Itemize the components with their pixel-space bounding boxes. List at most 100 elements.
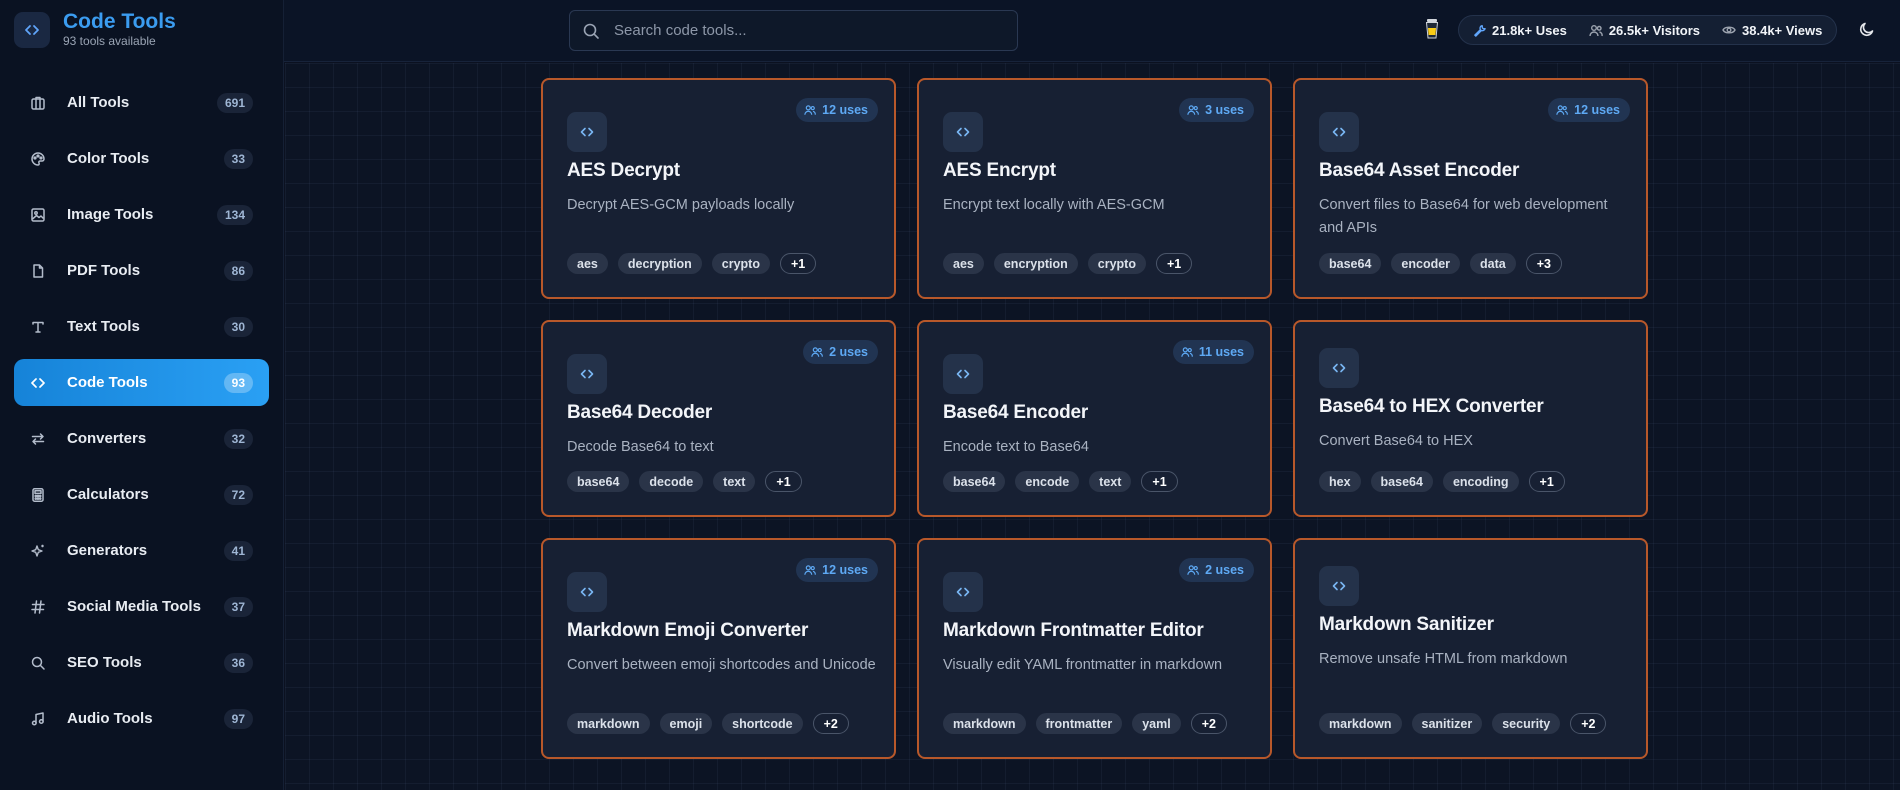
sidebar-item-seo-tools[interactable]: SEO Tools 36 [14,639,269,686]
more-tags-badge[interactable]: +2 [812,713,849,734]
sidebar-item-code-tools[interactable]: Code Tools 93 [14,359,269,406]
uses-badge: 3 uses [1179,98,1254,122]
more-tags-badge[interactable]: +1 [765,471,802,492]
tool-card-base64-encoder[interactable]: 11 uses Base64 Encoder Encode text to Ba… [917,320,1272,517]
page-title: Code Tools [63,10,176,33]
tag[interactable]: text [713,471,756,492]
sidebar-item-converters[interactable]: Converters 32 [14,415,269,462]
sidebar-item-text-tools[interactable]: Text Tools 30 [14,303,269,350]
tag[interactable]: encode [1015,471,1080,492]
tag[interactable]: aes [567,253,608,274]
uses-count: 2 uses [829,345,868,359]
sidebar-item-label: Audio Tools [67,710,153,727]
users-icon [811,347,823,357]
tool-card-aes-decrypt[interactable]: 12 uses AES Decrypt Decrypt AES-GCM payl… [541,78,896,299]
music-icon [29,710,47,728]
coffee-cup-icon[interactable] [1424,18,1440,40]
site-stats: 21.8k+ Uses 26.5k+ Visitors 38.4k+ Views [1458,15,1838,45]
tag[interactable]: emoji [659,713,713,734]
tag[interactable]: decode [639,471,704,492]
uses-count: 12 uses [822,103,868,117]
tag[interactable]: markdown [567,713,650,734]
calculator-icon [29,486,47,504]
tag[interactable]: base64 [1370,471,1433,492]
tag[interactable]: markdown [943,713,1026,734]
uses-badge: 12 uses [796,558,878,582]
image-icon [29,206,47,224]
tag[interactable]: base64 [1319,253,1382,274]
sparkle-icon [29,542,47,560]
tag[interactable]: crypto [711,253,770,274]
more-tags-badge[interactable]: +2 [1190,713,1227,734]
tag[interactable]: crypto [1087,253,1146,274]
tag-list: hex base64 encoding +1 [1319,471,1575,492]
card-title: Base64 Asset Encoder [1319,160,1520,181]
tag[interactable]: base64 [567,471,630,492]
tag[interactable]: data [1470,253,1516,274]
search-input[interactable] [614,22,994,39]
more-tags-badge[interactable]: +1 [1528,471,1565,492]
tag[interactable]: sanitizer [1411,713,1483,734]
code-icon [943,112,983,152]
tag[interactable]: hex [1319,471,1361,492]
tag[interactable]: security [1492,713,1561,734]
sidebar: Code Tools 93 tools available All Tools … [0,0,284,790]
sidebar-item-label: All Tools [67,94,130,111]
swap-icon [29,430,47,448]
tool-card-base64-decoder[interactable]: 2 uses Base64 Decoder Decode Base64 to t… [541,320,896,517]
tag[interactable]: encryption [993,253,1078,274]
moon-icon[interactable] [1858,20,1878,40]
sidebar-item-audio-tools[interactable]: Audio Tools 97 [14,695,269,742]
tool-card-base64-to-hex-converter[interactable]: Base64 to HEX Converter Convert Base64 t… [1293,320,1648,517]
tool-card-markdown-emoji-converter[interactable]: 12 uses Markdown Emoji Converter Convert… [541,538,896,759]
card-description: Decode Base64 to text [567,439,714,455]
more-tags-badge[interactable]: +1 [1155,253,1193,274]
sidebar-item-count: 134 [216,204,253,225]
users-icon [804,565,816,575]
tool-card-aes-encrypt[interactable]: 3 uses AES Encrypt Encrypt text locally … [917,78,1272,299]
tag[interactable]: shortcode [722,713,803,734]
tool-card-base64-asset-encoder[interactable]: 12 uses Base64 Asset Encoder Convert fil… [1293,78,1648,299]
tag[interactable]: decryption [617,253,702,274]
tool-card-markdown-frontmatter-editor[interactable]: 2 uses Markdown Frontmatter Editor Visua… [917,538,1272,759]
sidebar-item-generators[interactable]: Generators 41 [14,527,269,574]
sidebar-item-image-tools[interactable]: Image Tools 134 [14,191,269,238]
tool-card-markdown-sanitizer[interactable]: Markdown Sanitizer Remove unsafe HTML fr… [1293,538,1648,759]
tag-list: base64 decode text +1 [567,471,812,492]
tag[interactable]: aes [943,253,984,274]
tag[interactable]: encoding [1442,471,1519,492]
sidebar-item-pdf-tools[interactable]: PDF Tools 86 [14,247,269,294]
tag[interactable]: encoder [1391,253,1461,274]
code-icon [943,572,983,612]
tag[interactable]: base64 [943,471,1006,492]
uses-count: 12 uses [1574,103,1620,117]
sidebar-item-calculators[interactable]: Calculators 72 [14,471,269,518]
sidebar-item-color-tools[interactable]: Color Tools 33 [14,135,269,182]
tag[interactable]: text [1089,471,1132,492]
code-icon [1319,566,1359,606]
uses-badge: 12 uses [1548,98,1630,122]
sidebar-item-label: SEO Tools [67,654,142,671]
sidebar-item-count: 30 [223,316,253,337]
card-description: Encode text to Base64 [943,439,1089,455]
code-icon [943,354,983,394]
code-icon [1319,348,1359,388]
sidebar-item-count: 37 [223,596,253,617]
sidebar-item-label: Converters [67,430,147,447]
more-tags-badge[interactable]: +1 [779,253,817,274]
sidebar-item-social-media-tools[interactable]: Social Media Tools 37 [14,583,269,630]
code-icon[interactable] [14,11,50,48]
users-icon [1187,105,1199,115]
more-tags-badge[interactable]: +3 [1525,253,1563,274]
card-description: Remove unsafe HTML from markdown [1319,651,1568,667]
more-tags-badge[interactable]: +1 [1141,471,1178,492]
uses-count: 12 uses [822,563,868,577]
search-box[interactable] [569,10,1018,51]
sidebar-item-all-tools[interactable]: All Tools 691 [14,79,269,126]
tag[interactable]: frontmatter [1035,713,1123,734]
tag[interactable]: yaml [1132,713,1181,734]
more-tags-badge[interactable]: +2 [1570,713,1607,734]
card-description: Convert Base64 to HEX [1319,433,1473,449]
tag[interactable]: markdown [1319,713,1402,734]
code-icon [567,572,607,612]
